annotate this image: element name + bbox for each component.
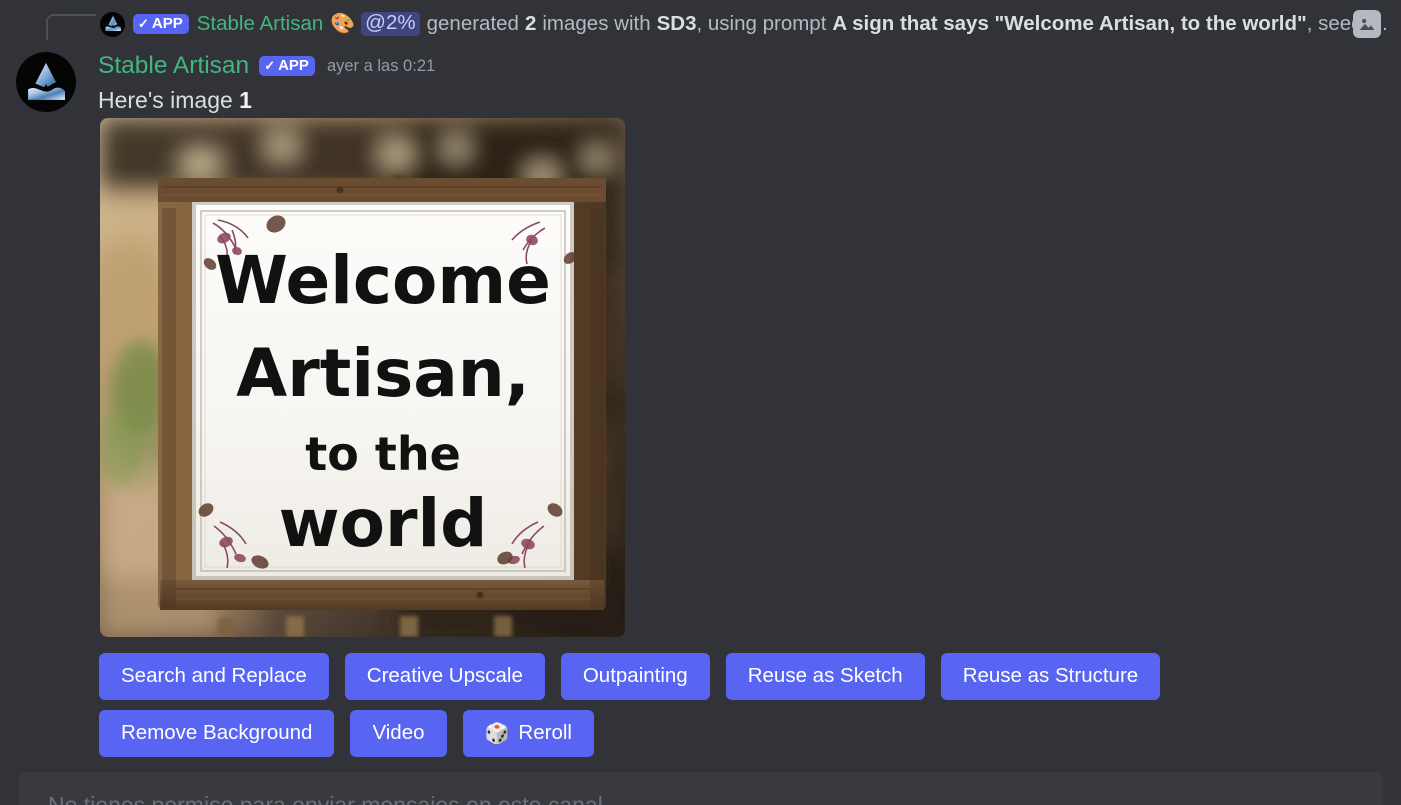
reply-text-generated: generated [427, 14, 519, 35]
reply-text-using-prompt: , using prompt [697, 14, 827, 35]
reply-author-name[interactable]: Stable Artisan [197, 14, 324, 35]
reply-connector-line [46, 14, 96, 40]
verified-check-icon: ✓ [138, 17, 149, 30]
reply-model-name: SD3 [657, 14, 697, 35]
reply-mention[interactable]: @2% [361, 12, 419, 36]
message-app-badge: ✓ APP [259, 56, 315, 76]
message-timestamp: ayer a las 0:21 [327, 57, 435, 76]
message-header: Stable Artisan ✓ APP ayer a las 0:21 [98, 50, 1388, 82]
reply-prompt-text: A sign that says "Welcome Artisan, to th… [832, 14, 1306, 35]
reroll-button[interactable]: 🎲 Reroll [463, 710, 594, 757]
message-action-buttons: Search and Replace Creative Upscale Outp… [99, 653, 1379, 767]
dice-icon: 🎲 [485, 724, 510, 744]
search-and-replace-button[interactable]: Search and Replace [99, 653, 329, 700]
reply-image-count: 2 [525, 14, 536, 35]
message-body: Here's image 1 [98, 86, 1388, 115]
verified-check-icon: ✓ [264, 59, 275, 72]
sign-line-4: world [279, 485, 488, 562]
reuse-as-sketch-button[interactable]: Reuse as Sketch [726, 653, 925, 700]
message-body-text: Here's image [98, 87, 239, 113]
action-row-1: Search and Replace Creative Upscale Outp… [99, 653, 1379, 700]
reroll-label: Reroll [518, 723, 572, 744]
remove-background-button[interactable]: Remove Background [99, 710, 334, 757]
creative-upscale-button[interactable]: Creative Upscale [345, 653, 545, 700]
reply-reference-bar[interactable]: ✓ APP Stable Artisan 🎨 @2% generated 2 i… [0, 0, 1401, 48]
video-label: Video [372, 723, 424, 744]
reply-app-badge: ✓ APP [133, 14, 189, 34]
message-composer: No tienes permiso para enviar mensajes e… [18, 772, 1383, 805]
image-attachment-icon[interactable] [1353, 10, 1381, 38]
sign-line-1: Welcome [215, 242, 551, 319]
video-button[interactable]: Video [350, 710, 446, 757]
action-row-2: Remove Background Video 🎲 Reroll [99, 710, 1379, 757]
sign-line-3: to the [305, 427, 461, 481]
generated-image[interactable]: Welcome Artisan, to the world [100, 118, 625, 637]
app-badge-label: APP [152, 16, 183, 31]
message-author-name[interactable]: Stable Artisan [98, 52, 249, 80]
reuse-as-structure-button[interactable]: Reuse as Structure [941, 653, 1160, 700]
message-block: Stable Artisan ✓ APP ayer a las 0:21 Her… [98, 50, 1388, 115]
app-badge-label: APP [278, 58, 309, 73]
message-image-index: 1 [239, 87, 252, 113]
reply-reference-content[interactable]: ✓ APP Stable Artisan 🎨 @2% generated 2 i… [100, 0, 1395, 48]
message-avatar[interactable] [16, 52, 76, 112]
composer-disabled-text: No tienes permiso para enviar mensajes e… [48, 792, 603, 805]
sign-line-2: Artisan, [236, 335, 530, 412]
reply-avatar [100, 12, 125, 37]
outpainting-button[interactable]: Outpainting [561, 653, 710, 700]
remove-background-label: Remove Background [121, 723, 312, 744]
reply-text-images-with: images with [542, 14, 650, 35]
palette-icon: 🎨 [330, 14, 355, 34]
